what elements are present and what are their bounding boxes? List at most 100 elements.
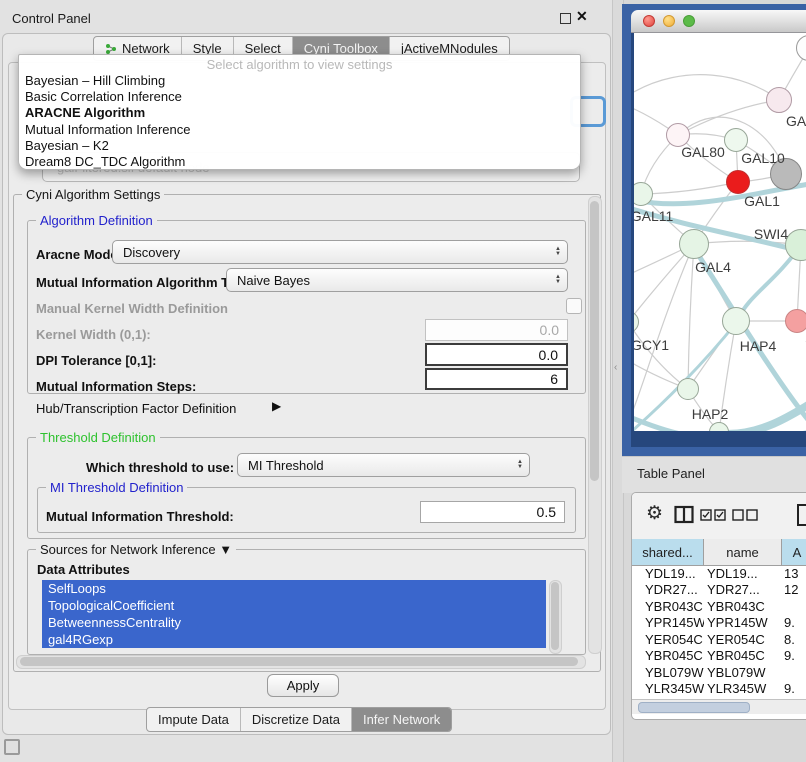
network-canvas[interactable]: GAL GAL80 GAL10 GAL1 GAL11 SWI4 GAL4 GCY… bbox=[634, 33, 806, 431]
table-panel-title: Table Panel bbox=[637, 466, 705, 481]
table-row[interactable]: YLR345WYLR345W9. bbox=[632, 681, 806, 698]
screen: Control Panel ✕ Network Style Select Cyn… bbox=[0, 0, 806, 762]
collapse-arrow-icon: ▼ bbox=[219, 542, 232, 557]
network-node[interactable] bbox=[785, 309, 806, 333]
mi-threshold-label: Mutual Information Threshold: bbox=[46, 509, 234, 524]
table-header-row: shared... name A bbox=[632, 539, 806, 566]
data-attributes-list: SelfLoops TopologicalCoefficient Between… bbox=[42, 580, 546, 652]
table-toolbar: ⚙ bbox=[632, 493, 806, 540]
network-node[interactable] bbox=[766, 87, 792, 113]
table-row[interactable]: YDL19...YDL19...13 bbox=[632, 565, 806, 582]
sources-toggle[interactable]: Sources for Network Inference ▼ bbox=[36, 542, 236, 557]
table-panel-header: Table Panel bbox=[622, 456, 806, 493]
list-item[interactable]: SelfLoops bbox=[42, 580, 546, 597]
settings-vertical-scrollbar[interactable] bbox=[588, 196, 602, 654]
tab-infer-network[interactable]: Infer Network bbox=[352, 708, 451, 731]
column-header-partial[interactable]: A bbox=[782, 539, 806, 565]
algorithm-dropdown: Select algorithm to view settings Bayesi… bbox=[18, 54, 581, 170]
combo-spinner-icon: ▲▼ bbox=[555, 275, 561, 285]
data-attributes-label: Data Attributes bbox=[37, 562, 130, 577]
dropdown-item-selected[interactable]: ARACNE Algorithm bbox=[19, 105, 580, 121]
minimize-window-icon[interactable] bbox=[663, 15, 675, 27]
control-panel: Control Panel ✕ Network Style Select Cyn… bbox=[0, 0, 612, 762]
dropdown-item[interactable]: Bayesian – Hill Climbing bbox=[19, 73, 580, 89]
group-title: MI Threshold Definition bbox=[46, 480, 187, 495]
node-label: GCY1 bbox=[634, 337, 669, 353]
dropdown-item[interactable]: Basic Correlation Inference bbox=[19, 89, 580, 105]
network-node[interactable] bbox=[679, 229, 709, 259]
column-header-shared[interactable]: shared... bbox=[632, 539, 704, 565]
dropdown-item[interactable]: Dream8 DC_TDC Algorithm bbox=[19, 154, 580, 170]
expand-arrow-icon[interactable]: ▶ bbox=[272, 399, 281, 413]
node-label: HAP2 bbox=[692, 406, 729, 422]
tab-discretize-data[interactable]: Discretize Data bbox=[241, 708, 352, 731]
node-label: SWI4 bbox=[754, 226, 788, 242]
dropdown-item[interactable]: Mutual Information Inference bbox=[19, 122, 580, 138]
network-node[interactable] bbox=[724, 128, 748, 152]
close-icon[interactable]: ✕ bbox=[576, 8, 588, 25]
scrollbar-thumb[interactable] bbox=[590, 201, 599, 481]
settings-horizontal-scrollbar[interactable] bbox=[16, 655, 586, 669]
column-layout-icon[interactable] bbox=[674, 505, 694, 525]
column-header-name[interactable]: name bbox=[704, 539, 782, 565]
zoom-window-icon[interactable] bbox=[683, 15, 695, 27]
dock-panel-icon[interactable] bbox=[4, 739, 20, 755]
table-horizontal-scrollbar[interactable] bbox=[632, 699, 806, 714]
table-row[interactable]: YER054CYER054C8. bbox=[632, 631, 806, 648]
panel-title: Control Panel bbox=[12, 11, 91, 26]
mi-type-label: Mutual Information Algorithm Type: bbox=[36, 275, 255, 290]
manual-kernel-label: Manual Kernel Width Definition bbox=[36, 301, 228, 316]
apply-button[interactable]: Apply bbox=[267, 674, 339, 697]
network-node[interactable] bbox=[677, 378, 699, 400]
node-label: GAL bbox=[786, 113, 806, 129]
node-label: GAL11 bbox=[634, 208, 673, 224]
aracne-mode-combo[interactable]: Discovery ▲▼ bbox=[112, 240, 568, 264]
select-all-checkboxes-icon[interactable] bbox=[700, 509, 726, 521]
tab-impute-data[interactable]: Impute Data bbox=[147, 708, 241, 731]
dropdown-item[interactable]: Bayesian – K2 bbox=[19, 138, 580, 154]
table-body: YDL19...YDL19...13 YDR27...YDR27...12 YB… bbox=[632, 565, 806, 699]
dpi-tolerance-label: DPI Tolerance [0,1]: bbox=[36, 353, 156, 368]
list-item[interactable]: BetweennessCentrality bbox=[42, 614, 546, 631]
dpi-tolerance-field[interactable] bbox=[425, 343, 568, 366]
combo-spinner-icon: ▲▼ bbox=[555, 247, 561, 257]
list-item[interactable]: TopologicalCoefficient bbox=[42, 597, 546, 614]
scrollbar-thumb[interactable] bbox=[638, 702, 750, 713]
bottom-tabbar: Impute Data Discretize Data Infer Networ… bbox=[146, 707, 452, 732]
mi-type-combo[interactable]: Naive Bayes ▲▼ bbox=[226, 268, 568, 292]
which-threshold-combo[interactable]: MI Threshold ▲▼ bbox=[237, 453, 530, 477]
table-row[interactable]: YBR045CYBR045C9. bbox=[632, 648, 806, 665]
network-window-titlebar[interactable] bbox=[631, 10, 806, 33]
hub-definition-toggle[interactable]: Hub/Transcription Factor Definition bbox=[36, 401, 236, 416]
file-icon[interactable] bbox=[796, 503, 806, 527]
scrollbar-thumb[interactable] bbox=[20, 657, 578, 666]
table-panel: ⚙ shared... name A bbox=[631, 492, 806, 720]
node-label: GAL1 bbox=[744, 193, 780, 209]
float-window-icon[interactable] bbox=[560, 13, 571, 24]
table-row[interactable]: YBR043CYBR043C bbox=[632, 598, 806, 615]
table-row[interactable]: YBL079WYBL079W bbox=[632, 664, 806, 681]
list-scrollbar[interactable] bbox=[549, 580, 562, 654]
network-node[interactable] bbox=[722, 307, 750, 335]
close-window-icon[interactable] bbox=[643, 15, 655, 27]
settings-gear-icon[interactable]: ⚙ bbox=[646, 502, 663, 525]
mi-steps-label: Mutual Information Steps: bbox=[36, 379, 196, 394]
kernel-width-label: Kernel Width (0,1): bbox=[36, 327, 151, 342]
mi-steps-field[interactable] bbox=[425, 368, 568, 390]
kernel-width-field[interactable] bbox=[425, 319, 568, 341]
network-icon bbox=[105, 43, 117, 55]
scrollbar-thumb[interactable] bbox=[551, 582, 559, 650]
manual-kernel-checkbox[interactable] bbox=[566, 298, 582, 314]
mi-threshold-field[interactable] bbox=[420, 501, 565, 523]
network-node[interactable] bbox=[726, 170, 750, 194]
list-item[interactable]: gal4RGexp bbox=[42, 631, 546, 648]
aracne-mode-label: Aracne Mode: bbox=[36, 247, 122, 262]
table-row[interactable]: YPR145WYPR145W9. bbox=[632, 615, 806, 632]
combo-spinner-icon: ▲▼ bbox=[517, 460, 523, 470]
splitter-collapse-icon[interactable]: ‹ bbox=[614, 362, 617, 373]
clear-all-checkboxes-icon[interactable] bbox=[732, 509, 758, 521]
table-row[interactable]: YDR27...YDR27...12 bbox=[632, 582, 806, 599]
network-window: GAL GAL80 GAL10 GAL1 GAL11 SWI4 GAL4 GCY… bbox=[631, 10, 806, 447]
dropdown-placeholder: Select algorithm to view settings bbox=[19, 55, 580, 73]
group-title: Threshold Definition bbox=[36, 430, 160, 445]
